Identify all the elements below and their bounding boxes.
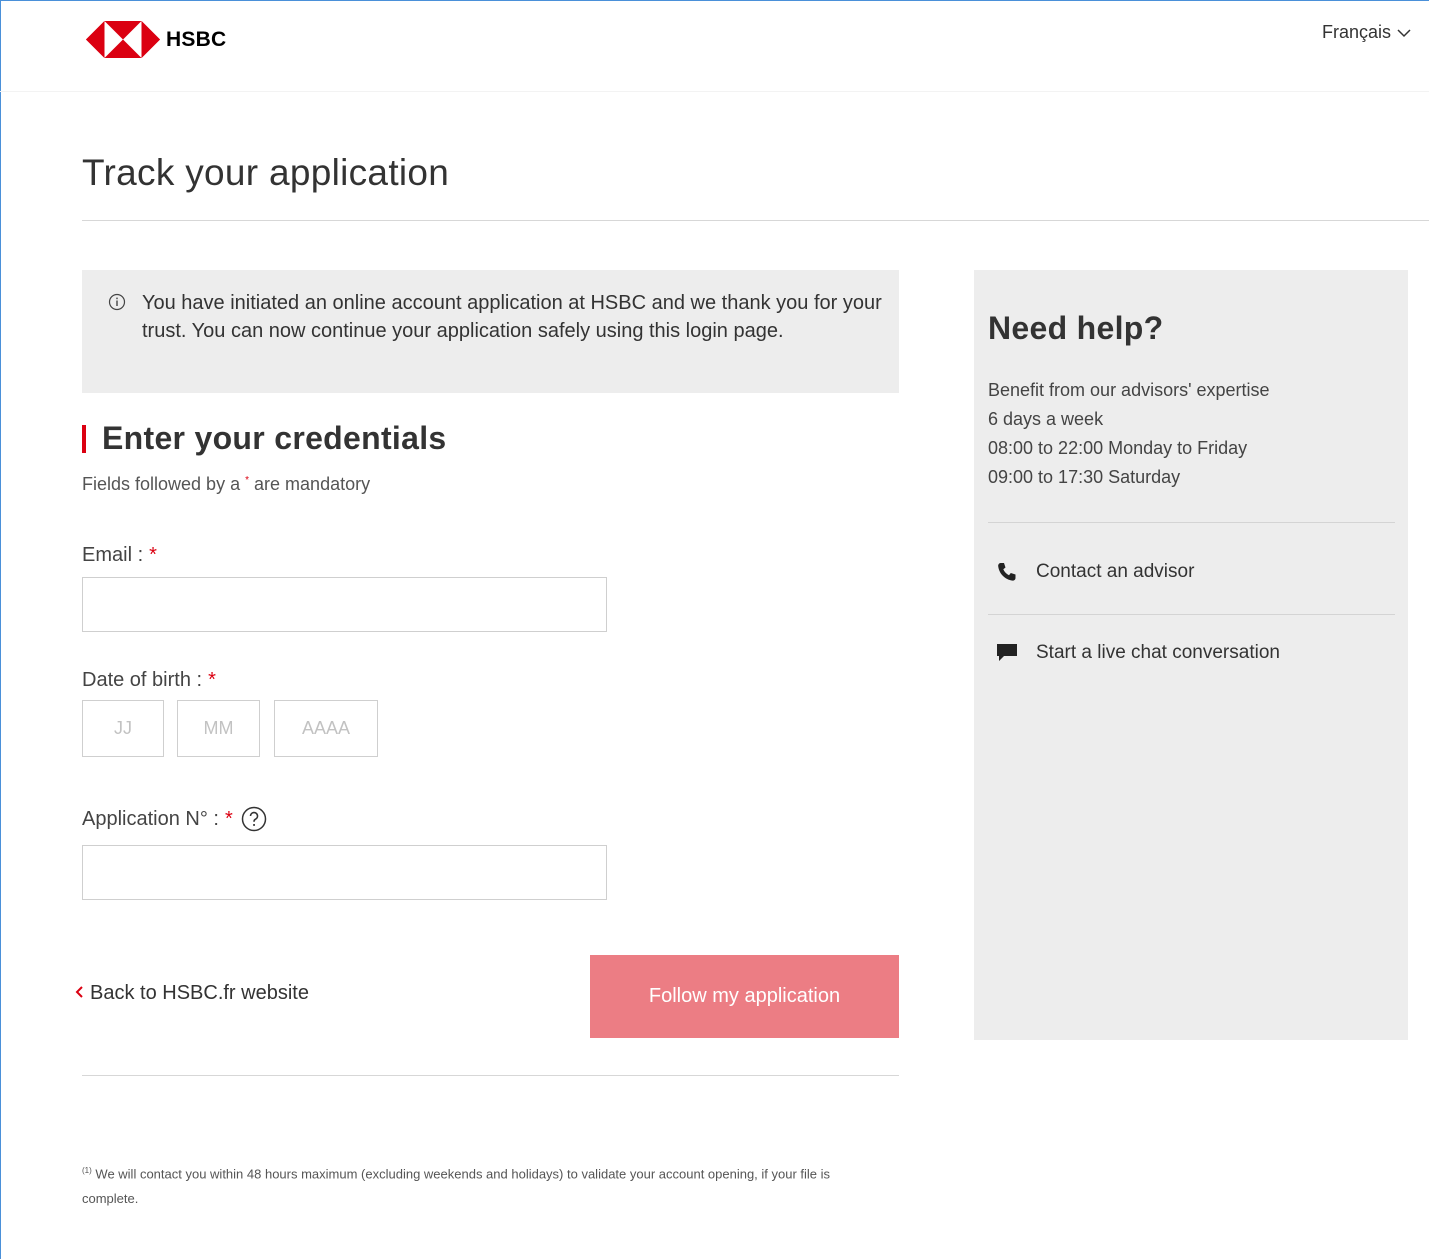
- application-number-input[interactable]: [82, 845, 607, 900]
- dob-year-input[interactable]: [274, 700, 378, 757]
- info-banner: You have initiated an online account app…: [82, 270, 899, 393]
- back-link[interactable]: Back to HSBC.fr website: [74, 982, 309, 1005]
- heading-accent-bar: [82, 424, 86, 453]
- phone-icon: [996, 561, 1020, 583]
- page-title: Track your application: [82, 152, 450, 193]
- follow-application-button[interactable]: Follow my application: [590, 955, 899, 1038]
- title-divider: [82, 220, 1429, 221]
- help-line: 08:00 to 22:00 Monday to Friday: [988, 438, 1248, 458]
- credentials-heading: Enter your credentials: [82, 420, 447, 457]
- required-mark: *: [208, 669, 216, 691]
- back-link-label: Back to HSBC.fr website: [90, 982, 309, 1004]
- mandatory-suffix: are mandatory: [254, 474, 371, 494]
- dob-label: Date of birth : *: [82, 669, 216, 692]
- contact-advisor-label: Contact an advisor: [1036, 561, 1195, 582]
- footnote-mark: (1): [82, 1166, 92, 1175]
- required-mark: *: [224, 807, 233, 830]
- dob-day-input[interactable]: [82, 700, 164, 757]
- info-icon: [108, 293, 126, 311]
- help-circle-icon[interactable]: [241, 806, 267, 832]
- help-line: Benefit from our advisors' expertise: [988, 380, 1270, 400]
- email-input[interactable]: [82, 577, 607, 632]
- mandatory-prefix: Fields followed by a: [82, 474, 241, 494]
- help-title: Need help?: [988, 310, 1164, 346]
- form-divider: [82, 1075, 899, 1076]
- contact-advisor-link[interactable]: Contact an advisor: [996, 561, 1194, 583]
- email-label-text: Email :: [82, 544, 144, 566]
- dob-month-input[interactable]: [177, 700, 260, 757]
- chevron-down-icon: [1397, 22, 1411, 43]
- site-header: HSBC Français: [0, 0, 1429, 92]
- help-hours: Benefit from our advisors' expertise 6 d…: [988, 376, 1270, 492]
- language-selector[interactable]: Français: [1322, 22, 1411, 43]
- chevron-left-icon: [74, 982, 84, 1005]
- hsbc-logo[interactable]: HSBC: [86, 21, 226, 58]
- credentials-title: Enter your credentials: [102, 420, 447, 456]
- help-divider: [988, 614, 1395, 615]
- application-number-label: Application N° : *: [82, 806, 267, 832]
- help-line: 6 days a week: [988, 409, 1104, 429]
- language-label: Français: [1322, 22, 1392, 42]
- live-chat-link[interactable]: Start a live chat conversation: [996, 642, 1280, 664]
- footnote-text: We will contact you within 48 hours maxi…: [82, 1166, 831, 1207]
- mandatory-star: *: [245, 475, 250, 486]
- mandatory-note: Fields followed by a * are mandatory: [82, 474, 370, 495]
- footnote: (1) We will contact you within 48 hours …: [82, 1158, 882, 1211]
- help-line: 09:00 to 17:30 Saturday: [988, 467, 1181, 487]
- live-chat-label: Start a live chat conversation: [1036, 642, 1280, 663]
- required-mark: *: [149, 544, 157, 566]
- info-message: You have initiated an online account app…: [142, 292, 882, 342]
- hsbc-hexagon-icon: [86, 21, 160, 58]
- application-label-text: Application N° :: [82, 807, 219, 830]
- email-label: Email : *: [82, 544, 157, 567]
- help-panel: Need help? Benefit from our advisors' ex…: [974, 270, 1408, 1040]
- brand-name: HSBC: [166, 27, 227, 51]
- chat-icon: [996, 643, 1020, 663]
- dob-label-text: Date of birth :: [82, 669, 203, 691]
- help-divider: [988, 522, 1395, 523]
